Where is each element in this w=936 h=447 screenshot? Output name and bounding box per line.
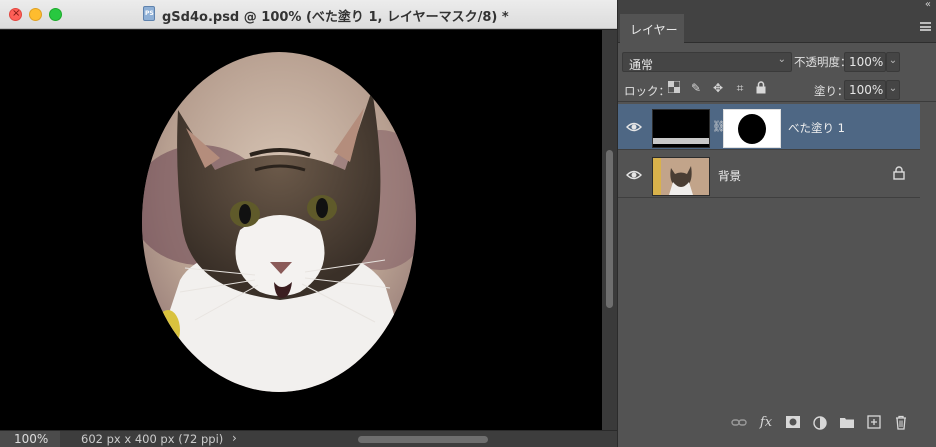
chain-icon bbox=[731, 419, 747, 426]
layer-mask-thumbnail[interactable] bbox=[723, 109, 781, 148]
layers-scroll-area[interactable] bbox=[920, 104, 936, 404]
close-window-button[interactable]: × bbox=[9, 8, 22, 21]
opacity-label: 不透明度： bbox=[794, 55, 852, 69]
psd-file-icon: PS bbox=[143, 6, 155, 21]
psd-file-icon-label: PS bbox=[145, 10, 154, 17]
layer-name[interactable]: 背景 bbox=[718, 168, 741, 184]
horizontal-scroll-thumb[interactable] bbox=[358, 436, 488, 443]
zoom-window-button[interactable] bbox=[49, 8, 62, 21]
status-bar: 100% 602 px x 400 px (72 ppi) › bbox=[0, 430, 617, 447]
panel-top-bar: « bbox=[618, 0, 936, 14]
panel-tab-row: レイヤー bbox=[618, 14, 936, 43]
adjustment-layer-icon[interactable] bbox=[811, 415, 829, 433]
opacity-dropdown-button[interactable]: ⌄ bbox=[886, 52, 900, 72]
lock-transparent-pixels-icon[interactable] bbox=[666, 80, 682, 97]
link-layers-icon[interactable] bbox=[730, 415, 748, 433]
fill-dropdown-button[interactable]: ⌄ bbox=[886, 80, 900, 100]
vertical-scrollbar[interactable] bbox=[602, 30, 617, 430]
padlock-icon bbox=[756, 81, 766, 94]
fill-layer-thumbnail[interactable] bbox=[652, 109, 710, 148]
layers-panel: « レイヤー 通常 ⌄ 不透明度： 100% ⌄ ロック： ✎ ✥ ⌗ 塗り： … bbox=[617, 0, 936, 447]
collapse-panel-icon[interactable]: « bbox=[925, 0, 931, 10]
folder-icon bbox=[840, 418, 854, 428]
fx-icon[interactable]: fx bbox=[757, 415, 775, 433]
vertical-scroll-thumb[interactable] bbox=[606, 150, 613, 308]
document-title: gSd4o.psd @ 100% (べた塗り 1, レイヤーマスク/8) * bbox=[162, 10, 509, 25]
document-titlebar[interactable]: × PS gSd4o.psd @ 100% (べた塗り 1, レイヤーマスク/8… bbox=[0, 0, 617, 29]
chevron-down-icon: ⌄ bbox=[777, 54, 786, 65]
lock-position-icon[interactable]: ✥ bbox=[710, 81, 726, 97]
opacity-input[interactable]: 100% bbox=[844, 52, 886, 72]
photoshop-screen: × PS gSd4o.psd @ 100% (べた塗り 1, レイヤーマスク/8… bbox=[0, 0, 936, 447]
tab-layers[interactable]: レイヤー bbox=[620, 14, 684, 43]
lock-all-icon[interactable] bbox=[753, 81, 769, 97]
panel-menu-icon[interactable] bbox=[920, 22, 931, 31]
fill-swatch-bar bbox=[653, 138, 709, 144]
plus-square-icon bbox=[867, 415, 881, 429]
mask-oval bbox=[738, 114, 766, 144]
new-group-icon[interactable] bbox=[838, 415, 856, 433]
zoom-level-field[interactable]: 100% bbox=[0, 431, 60, 447]
delete-layer-icon[interactable] bbox=[892, 415, 910, 433]
blend-mode-select[interactable]: 通常 ⌄ bbox=[622, 52, 792, 72]
eye-icon[interactable] bbox=[626, 167, 642, 183]
cat-image-oval-mask bbox=[142, 52, 416, 392]
lock-image-pixels-icon[interactable]: ✎ bbox=[688, 81, 704, 97]
status-menu-arrow[interactable]: › bbox=[232, 431, 237, 445]
lock-fill-row: ロック： ✎ ✥ ⌗ 塗り： 100% ⌄ bbox=[618, 78, 936, 102]
eye-icon[interactable] bbox=[626, 119, 642, 135]
add-mask-icon[interactable] bbox=[784, 415, 802, 433]
lock-artboard-icon[interactable]: ⌗ bbox=[732, 81, 748, 97]
new-layer-icon[interactable] bbox=[865, 415, 883, 433]
close-x-icon: × bbox=[12, 8, 21, 19]
blend-opacity-row: 通常 ⌄ 不透明度： 100% ⌄ bbox=[618, 44, 936, 74]
trash-icon bbox=[896, 415, 906, 430]
document-window: × PS gSd4o.psd @ 100% (べた塗り 1, レイヤーマスク/8… bbox=[0, 0, 617, 447]
background-layer-thumbnail[interactable] bbox=[652, 157, 710, 196]
layer-lock-icon bbox=[893, 166, 905, 180]
cat-thumbnail bbox=[653, 158, 709, 195]
checker-icon bbox=[667, 80, 681, 94]
minimize-window-button[interactable] bbox=[29, 8, 42, 21]
layer-row-fill[interactable]: ⛓ べた塗り 1 bbox=[618, 104, 920, 150]
blend-mode-value: 通常 bbox=[629, 58, 654, 72]
lock-label: ロック： bbox=[624, 84, 670, 98]
mask-icon bbox=[786, 416, 800, 428]
fill-input[interactable]: 100% bbox=[844, 80, 886, 100]
image-canvas[interactable] bbox=[0, 30, 602, 430]
document-info: 602 px x 400 px (72 ppi) bbox=[81, 432, 224, 446]
layer-name[interactable]: べた塗り 1 bbox=[788, 120, 845, 136]
layer-row-background[interactable]: 背景 bbox=[618, 152, 920, 198]
layers-panel-footer: fx bbox=[618, 412, 936, 438]
half-circle-icon bbox=[813, 416, 827, 430]
